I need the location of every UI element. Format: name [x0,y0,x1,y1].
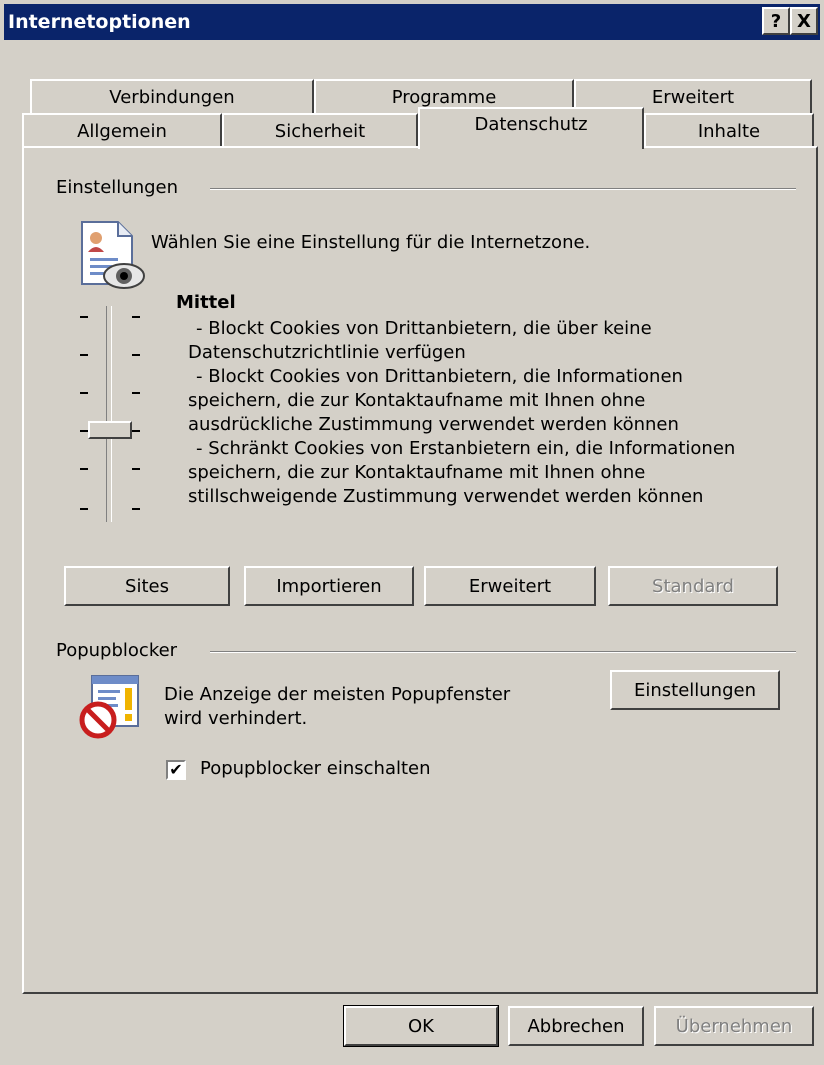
tab-label: Datenschutz [474,113,588,135]
popup-settings-button[interactable]: Einstellungen [610,670,780,710]
tab-label: Sicherheit [274,120,366,142]
privacy-tab-panel: Einstellungen Wählen Sie eine Einstellun… [22,146,818,994]
internet-options-dialog: Internetoptionen ? X Verbindungen Progra… [0,0,824,1065]
tab-datenschutz[interactable]: Datenschutz [418,107,644,149]
popup-description-line2: wird verhindert. [164,708,308,729]
ok-button[interactable]: OK [343,1005,499,1047]
level-description-line: speichern, die zur Kontaktaufname mit Ih… [188,390,646,411]
slider-tick [132,316,140,318]
title-bar[interactable]: Internetoptionen ? X [4,4,820,40]
level-description-line: - Blockt Cookies von Drittanbietern, die… [196,366,683,387]
checkmark-icon: ✔ [169,760,183,779]
settings-group-divider [210,188,796,190]
default-button[interactable]: Standard [608,566,778,606]
popup-blocker-icon [79,675,139,739]
tab-label: Inhalte [697,120,761,142]
slider-tick [80,392,88,394]
popup-group-divider [210,651,796,653]
tab-sicherheit[interactable]: Sicherheit [222,113,418,147]
cancel-button[interactable]: Abbrechen [508,1006,644,1046]
slider-tick [80,430,88,432]
slider-tick [80,468,88,470]
privacy-document-eye-icon [81,221,145,289]
privacy-level-title: Mittel [176,292,236,313]
help-button[interactable]: ? [762,7,790,35]
tab-label: Erweitert [651,86,735,108]
slider-track [106,306,112,522]
slider-tick [132,392,140,394]
slider-tick [80,316,88,318]
slider-tick [132,508,140,510]
popup-description-line1: Die Anzeige der meisten Popupfenster [164,684,511,705]
slider-tick [132,468,140,470]
slider-tick [80,508,88,510]
level-description-line: - Blockt Cookies von Drittanbietern, die… [196,318,652,339]
settings-group-label: Einstellungen [56,177,185,198]
settings-description: Wählen Sie eine Einstellung für die Inte… [151,232,591,253]
tab-allgemein[interactable]: Allgemein [22,113,222,147]
help-icon: ? [770,10,782,32]
tab-label: Verbindungen [109,86,235,108]
popup-group-label: Popupblocker [56,640,184,661]
slider-tick [132,354,140,356]
tab-inhalte[interactable]: Inhalte [644,113,814,147]
popup-blocker-checkbox-label[interactable]: Popupblocker einschalten [200,758,431,780]
apply-button[interactable]: Übernehmen [654,1006,814,1046]
level-description-line: speichern, die zur Kontaktaufname mit Ih… [188,462,646,483]
window-title: Internetoptionen [8,11,191,33]
slider-thumb[interactable] [88,421,132,439]
tab-label: Programme [391,86,497,108]
level-description-line: ausdrückliche Zustimmung verwendet werde… [188,414,679,435]
close-button[interactable]: X [790,7,818,35]
advanced-button[interactable]: Erweitert [424,566,596,606]
level-description-line: stillschweigende Zustimmung verwendet we… [188,486,704,507]
popup-blocker-checkbox[interactable]: ✔ [166,760,186,780]
tab-label: Allgemein [77,120,167,142]
slider-tick [132,430,140,432]
slider-tick [80,354,88,356]
import-button[interactable]: Importieren [244,566,414,606]
level-description-line: Datenschutzrichtlinie verfügen [188,342,466,363]
sites-button[interactable]: Sites [64,566,230,606]
level-description-line: - Schränkt Cookies von Erstanbietern ein… [196,438,736,459]
close-icon: X [797,10,811,32]
tab-verbindungen[interactable]: Verbindungen [30,79,314,113]
